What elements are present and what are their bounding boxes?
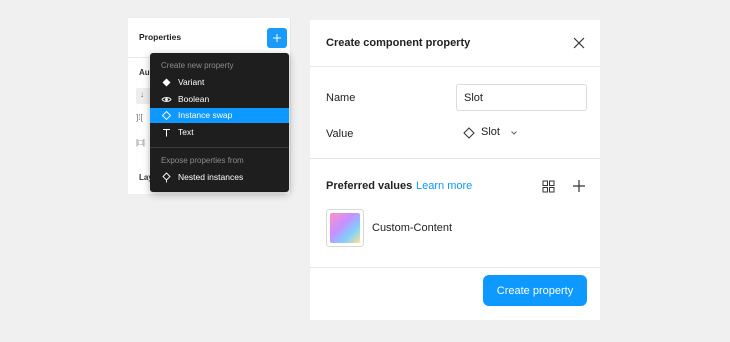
close-icon[interactable]: [573, 37, 585, 49]
component-preview-image: [330, 213, 360, 243]
menu-item-text[interactable]: Text: [150, 125, 289, 140]
dialog-divider: [310, 158, 600, 159]
diamond-filled-icon: [162, 78, 171, 87]
expose-properties-heading: Expose properties from: [161, 156, 244, 165]
diamond-outline-icon: [161, 110, 172, 121]
text-icon: [163, 129, 170, 137]
preferred-values-title: Preferred values: [326, 180, 413, 192]
grid-icon[interactable]: [542, 180, 555, 193]
dialog-header: Create component property: [310, 20, 600, 67]
dialog-title: Create component property: [326, 37, 471, 49]
menu-item-variant[interactable]: Variant: [150, 75, 289, 90]
menu-item-label: Variant: [178, 77, 205, 87]
create-new-property-heading: Create new property: [161, 61, 234, 70]
value-label: Value: [326, 128, 354, 140]
preferred-value-label: Custom-Content: [372, 222, 453, 234]
spacing-icon[interactable]: ]⁞[: [136, 113, 143, 122]
menu-item-boolean[interactable]: Boolean: [150, 92, 289, 107]
dialog-footer-divider: [310, 267, 600, 268]
eye-icon: [161, 97, 172, 102]
menu-item-label: Instance swap: [178, 110, 233, 120]
menu-item-label: Text: [178, 127, 194, 137]
nested-instance-icon: [162, 172, 171, 183]
menu-item-instance-swap[interactable]: Instance swap: [150, 108, 289, 123]
menu-item-nested-instances[interactable]: Nested instances: [150, 170, 289, 185]
create-property-button[interactable]: Create property: [483, 275, 587, 306]
name-label: Name: [326, 92, 356, 104]
menu-item-label: Nested instances: [178, 172, 244, 182]
preferred-value-thumbnail[interactable]: [326, 209, 364, 247]
create-component-property-dialog: Create component property Name Value Slo…: [310, 20, 600, 320]
property-type-menu: Create new property Variant Boolean Inst…: [150, 53, 289, 192]
name-input[interactable]: [456, 84, 587, 111]
menu-divider: [150, 147, 289, 148]
diamond-outline-icon: [463, 127, 475, 139]
plus-icon: [273, 34, 281, 42]
properties-title: Properties: [139, 32, 182, 42]
chevron-down-icon: [511, 131, 517, 135]
value-select-label: Slot: [481, 126, 500, 138]
learn-more-link[interactable]: Learn more: [416, 180, 472, 192]
properties-header: Properties: [128, 18, 291, 58]
arrow-down-icon: ↓: [140, 90, 144, 99]
add-preferred-value-icon[interactable]: [572, 179, 586, 193]
add-property-button[interactable]: [267, 28, 287, 48]
padding-icon[interactable]: |□|: [136, 138, 145, 147]
menu-item-label: Boolean: [178, 94, 210, 104]
auto-layout-section-label: Au: [139, 68, 150, 77]
